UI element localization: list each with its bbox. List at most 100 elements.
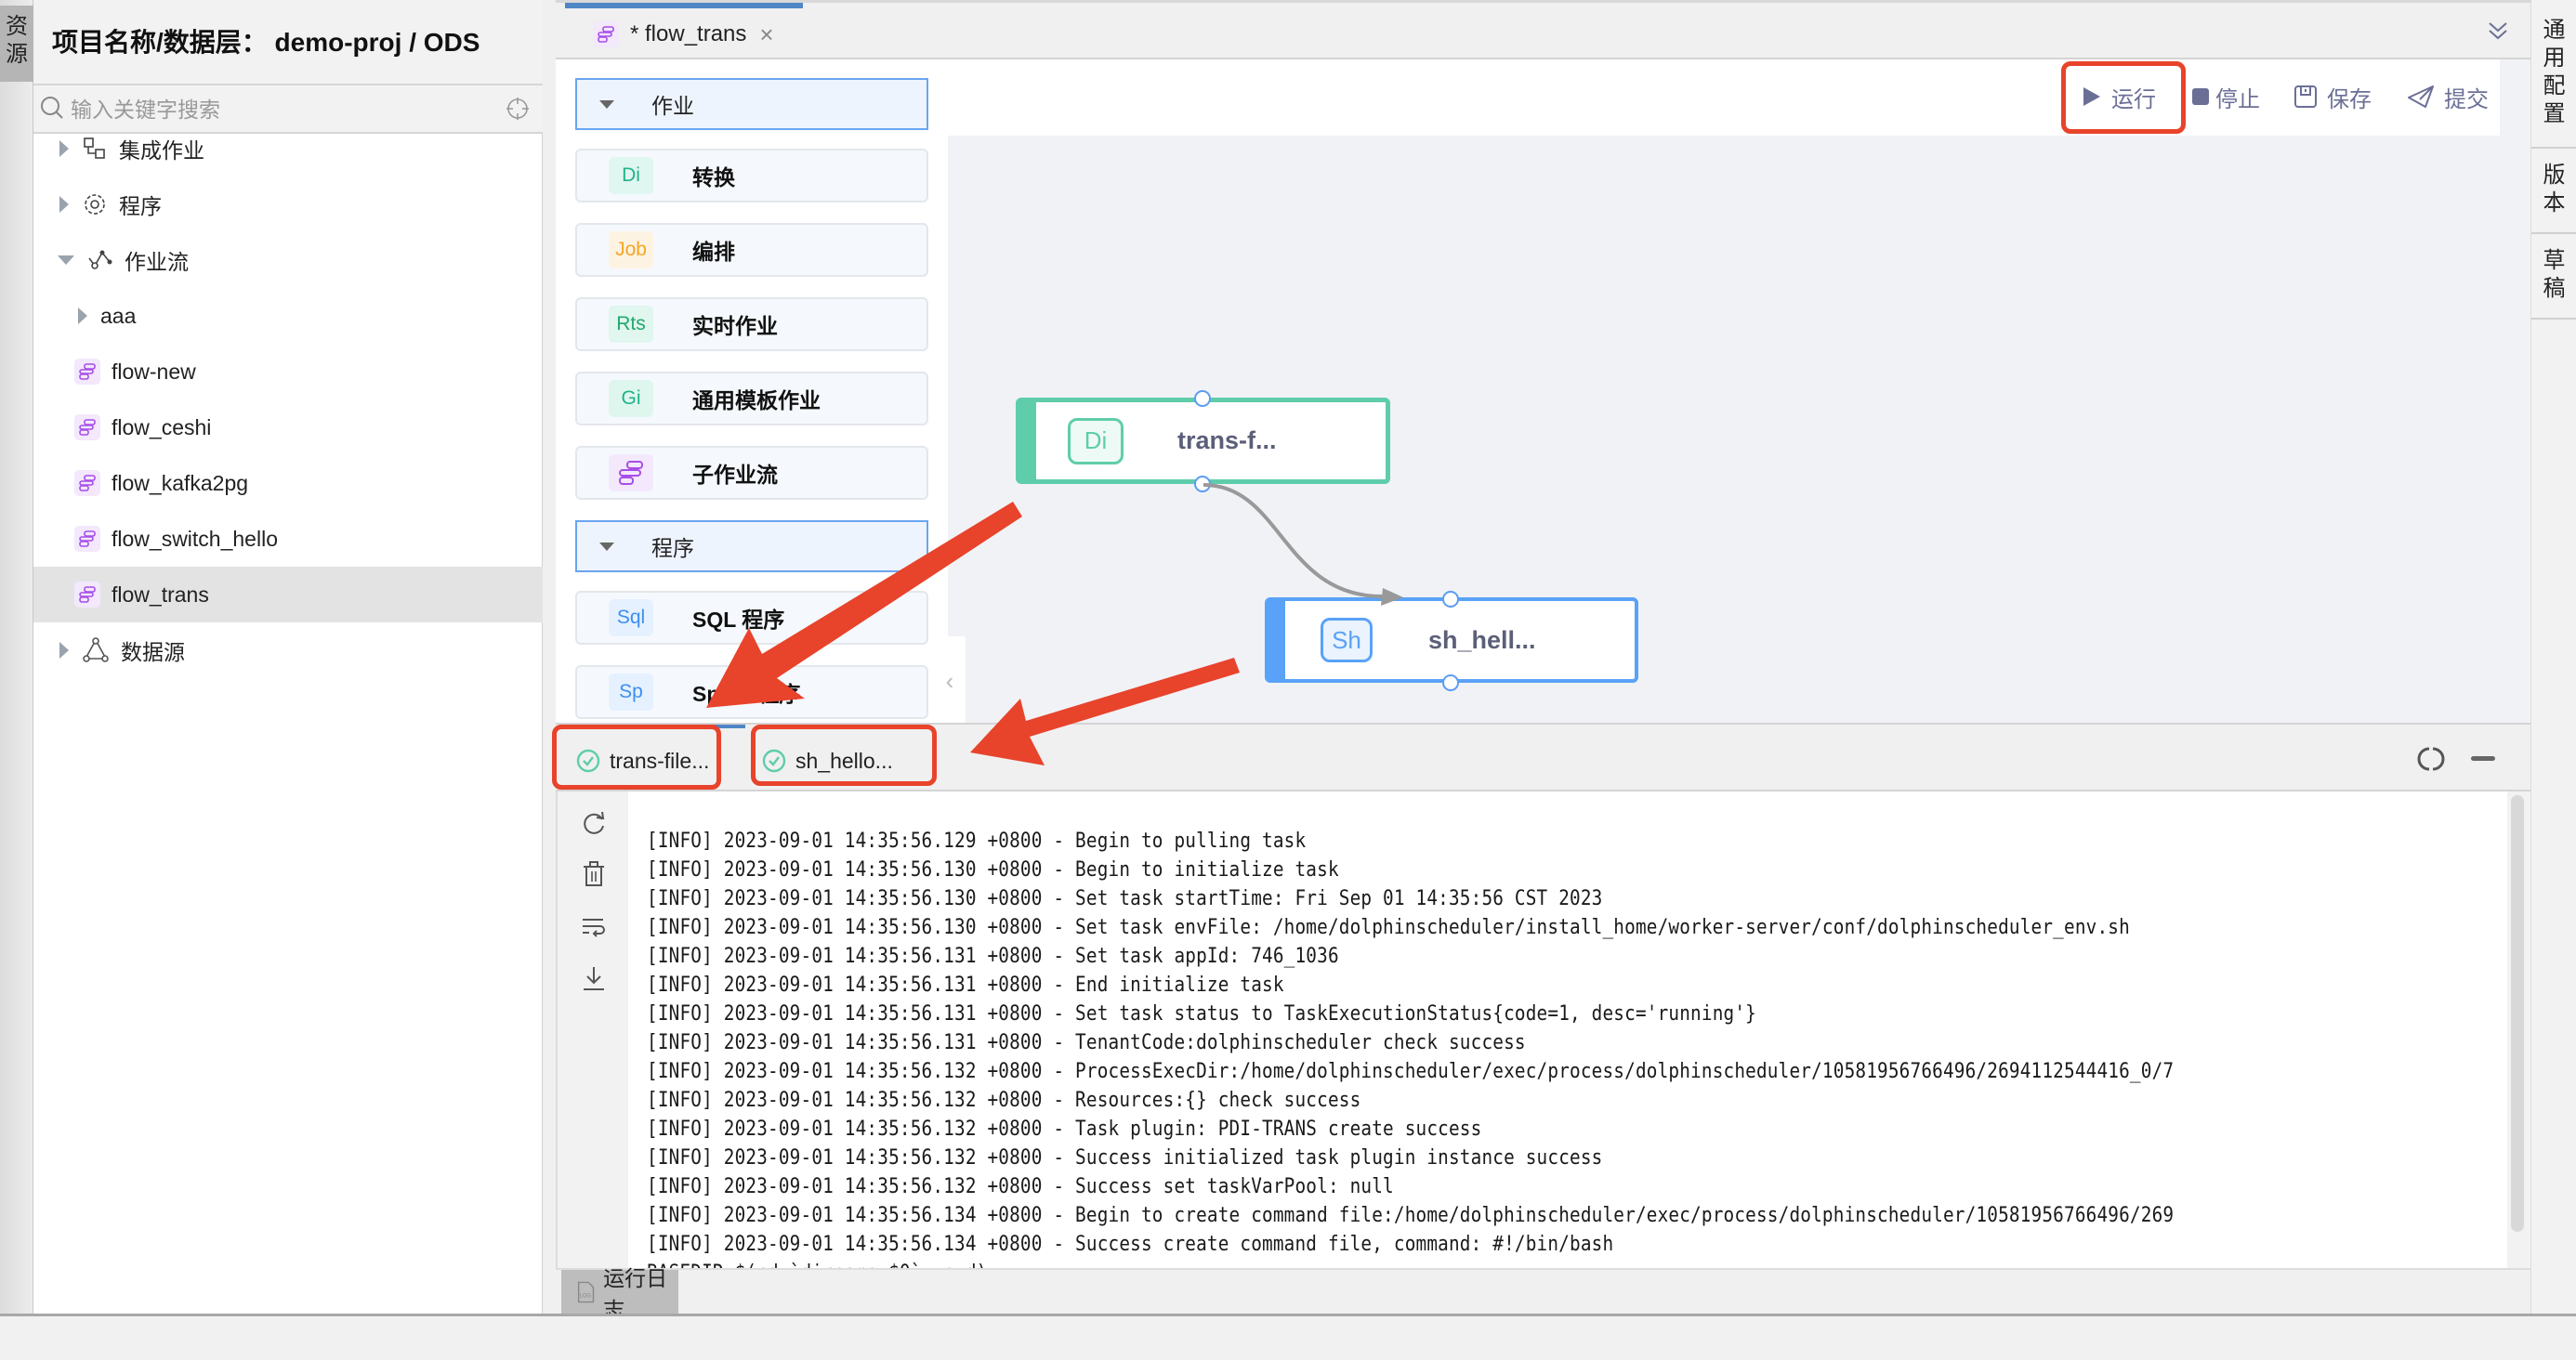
tree-item-datasources[interactable]: 数据源 [33, 622, 543, 678]
job-badge-icon: Job [609, 231, 653, 268]
canvas-node-trans[interactable]: Di trans-f... [1016, 398, 1390, 484]
palette-item-label: 实时作业 [692, 314, 778, 338]
tree-item-flow-selected[interactable]: flow_trans [33, 567, 543, 622]
annotation-box-task-trans [552, 725, 721, 790]
palette-group-label: 程序 [651, 536, 694, 560]
log-line: BASEDIR=$(cd `dirname $0`; pwd) [647, 1261, 987, 1268]
gi-badge-icon: Gi [609, 380, 653, 417]
node-port-top[interactable] [1194, 390, 1211, 407]
node-palette: 作业 Di 转换 Job 编排 Rts 实时作业 Gi 通用模板作业 子作业流 … [556, 59, 948, 723]
log-panel-tabs: LOG 运行日志 [556, 1266, 2530, 1322]
palette-item-label: 编排 [692, 240, 735, 264]
minimize-icon[interactable] [2471, 756, 2495, 761]
log-line: [INFO] 2023-09-01 14:35:56.130 +0800 - S… [647, 886, 1603, 910]
tab-drafts[interactable]: 草稿 [2531, 234, 2576, 320]
collapse-caret-icon[interactable] [58, 255, 74, 265]
node-port-top[interactable] [1442, 591, 1459, 608]
palette-item-spark[interactable]: Sp Spark 程序 [575, 665, 928, 719]
vertical-char: 本 [2543, 190, 2566, 216]
palette-item-realtime-job[interactable]: Rts 实时作业 [575, 297, 928, 351]
log-line: [INFO] 2023-09-01 14:35:56.131 +0800 - T… [647, 1030, 1526, 1054]
expand-caret-icon[interactable] [78, 307, 87, 324]
node-name: sh_hell... [1428, 625, 1536, 654]
search-icon [41, 97, 63, 119]
palette-item-sql[interactable]: Sql SQL 程序 [575, 591, 928, 645]
collapse-caret-icon [599, 99, 614, 109]
flow-icon [74, 414, 100, 440]
tab-flow-trans[interactable]: * flow_trans × [593, 16, 774, 53]
node-badge: Di [1068, 417, 1124, 464]
project-title: 项目名称/数据层： demo-proj / ODS [33, 0, 543, 85]
tree-item-folder-aaa[interactable]: aaa [33, 288, 543, 344]
log-line: [INFO] 2023-09-01 14:35:56.132 +0800 - S… [647, 1145, 1603, 1170]
vertical-char: 资 [6, 14, 28, 39]
locate-icon[interactable] [506, 97, 530, 121]
workflow-canvas[interactable] [948, 59, 2530, 723]
canvas-node-sh[interactable]: Sh sh_hell... [1265, 597, 1638, 683]
tree-item-label: flow-new [112, 359, 196, 384]
workflow-icon [88, 250, 112, 269]
di-badge-icon: Di [609, 157, 653, 194]
save-button[interactable]: 保存 [2293, 78, 2372, 115]
tab-general-config[interactable]: 通用配置 [2531, 13, 2576, 149]
expand-caret-icon[interactable] [59, 140, 69, 157]
refresh-icon[interactable] [580, 810, 608, 838]
sync-icon[interactable] [2417, 745, 2445, 773]
tree-item-integration-jobs[interactable]: 集成作业 [33, 121, 543, 177]
resources-vertical-tab[interactable]: 资源 [0, 6, 33, 82]
tab-label: * flow_trans [630, 21, 747, 46]
active-tab-indicator [565, 3, 803, 8]
save-label: 保存 [2327, 86, 2372, 112]
download-icon[interactable] [580, 964, 608, 992]
tree-item-flow[interactable]: flow-new [33, 344, 543, 399]
expand-caret-icon[interactable] [59, 642, 69, 659]
node-port-bottom[interactable] [1194, 476, 1211, 492]
vertical-char: 稿 [2543, 276, 2566, 301]
stop-button[interactable]: 停止 [2191, 78, 2260, 115]
send-icon [2408, 85, 2434, 108]
tree-item-programs[interactable]: 程序 [33, 177, 543, 232]
log-output[interactable]: [INFO] 2023-09-01 14:35:56.129 +0800 - B… [628, 791, 2507, 1268]
close-icon[interactable]: × [759, 20, 773, 49]
palette-item-subflow[interactable]: 子作业流 [575, 446, 928, 500]
tree-item-workflows[interactable]: 作业流 [33, 232, 543, 288]
vertical-char: 草 [2543, 248, 2566, 273]
tab-versions[interactable]: 版本 [2531, 149, 2576, 234]
palette-item-orchestration[interactable]: Job 编排 [575, 223, 928, 277]
double-chevron-down-icon[interactable] [2484, 18, 2512, 46]
node-badge: Sh [1321, 618, 1373, 662]
log-line: [INFO] 2023-09-01 14:35:56.132 +0800 - S… [647, 1174, 1394, 1198]
palette-group-jobs[interactable]: 作业 [575, 78, 928, 130]
palette-item-template-job[interactable]: Gi 通用模板作业 [575, 372, 928, 425]
submit-button[interactable]: 提交 [2407, 78, 2489, 115]
stop-label: 停止 [2215, 86, 2260, 112]
scrollbar-thumb[interactable] [2511, 795, 2524, 1232]
trash-icon[interactable] [580, 860, 608, 888]
tree-item-label: 作业流 [125, 250, 189, 274]
palette-item-label: 通用模板作业 [692, 388, 821, 412]
log-line: [INFO] 2023-09-01 14:35:56.129 +0800 - B… [647, 829, 1307, 853]
palette-item-transform[interactable]: Di 转换 [575, 149, 928, 203]
vertical-char: 用 [2543, 46, 2566, 71]
tree-item-label: flow_trans [112, 582, 209, 607]
wrap-lines-icon[interactable] [580, 912, 608, 940]
vertical-char: 通 [2543, 18, 2566, 43]
flow-icon [593, 21, 619, 47]
right-vertical-strip: 通用配置 版本 草稿 [2530, 0, 2576, 1314]
tree-item-flow[interactable]: flow_switch_hello [33, 511, 543, 567]
tree-item-label: aaa [100, 303, 137, 328]
palette-group-programs[interactable]: 程序 [575, 520, 928, 572]
log-scrollbar[interactable] [2507, 791, 2530, 1268]
node-port-bottom[interactable] [1442, 674, 1459, 691]
tree-item-label: 数据源 [121, 640, 185, 664]
log-line: [INFO] 2023-09-01 14:35:56.132 +0800 - P… [647, 1059, 2175, 1083]
collapse-palette-handle[interactable]: ‹ [934, 636, 966, 726]
tree-item-flow[interactable]: flow_ceshi [33, 399, 543, 455]
left-vertical-strip: 资源 [0, 0, 33, 1314]
expand-caret-icon[interactable] [59, 196, 69, 213]
tab-run-log[interactable]: LOG 运行日志 [561, 1266, 678, 1322]
tree-item-flow[interactable]: flow_kafka2pg [33, 455, 543, 511]
vertical-char: 配 [2543, 73, 2566, 98]
stop-icon [2192, 88, 2209, 105]
vertical-char: 置 [2543, 101, 2566, 126]
